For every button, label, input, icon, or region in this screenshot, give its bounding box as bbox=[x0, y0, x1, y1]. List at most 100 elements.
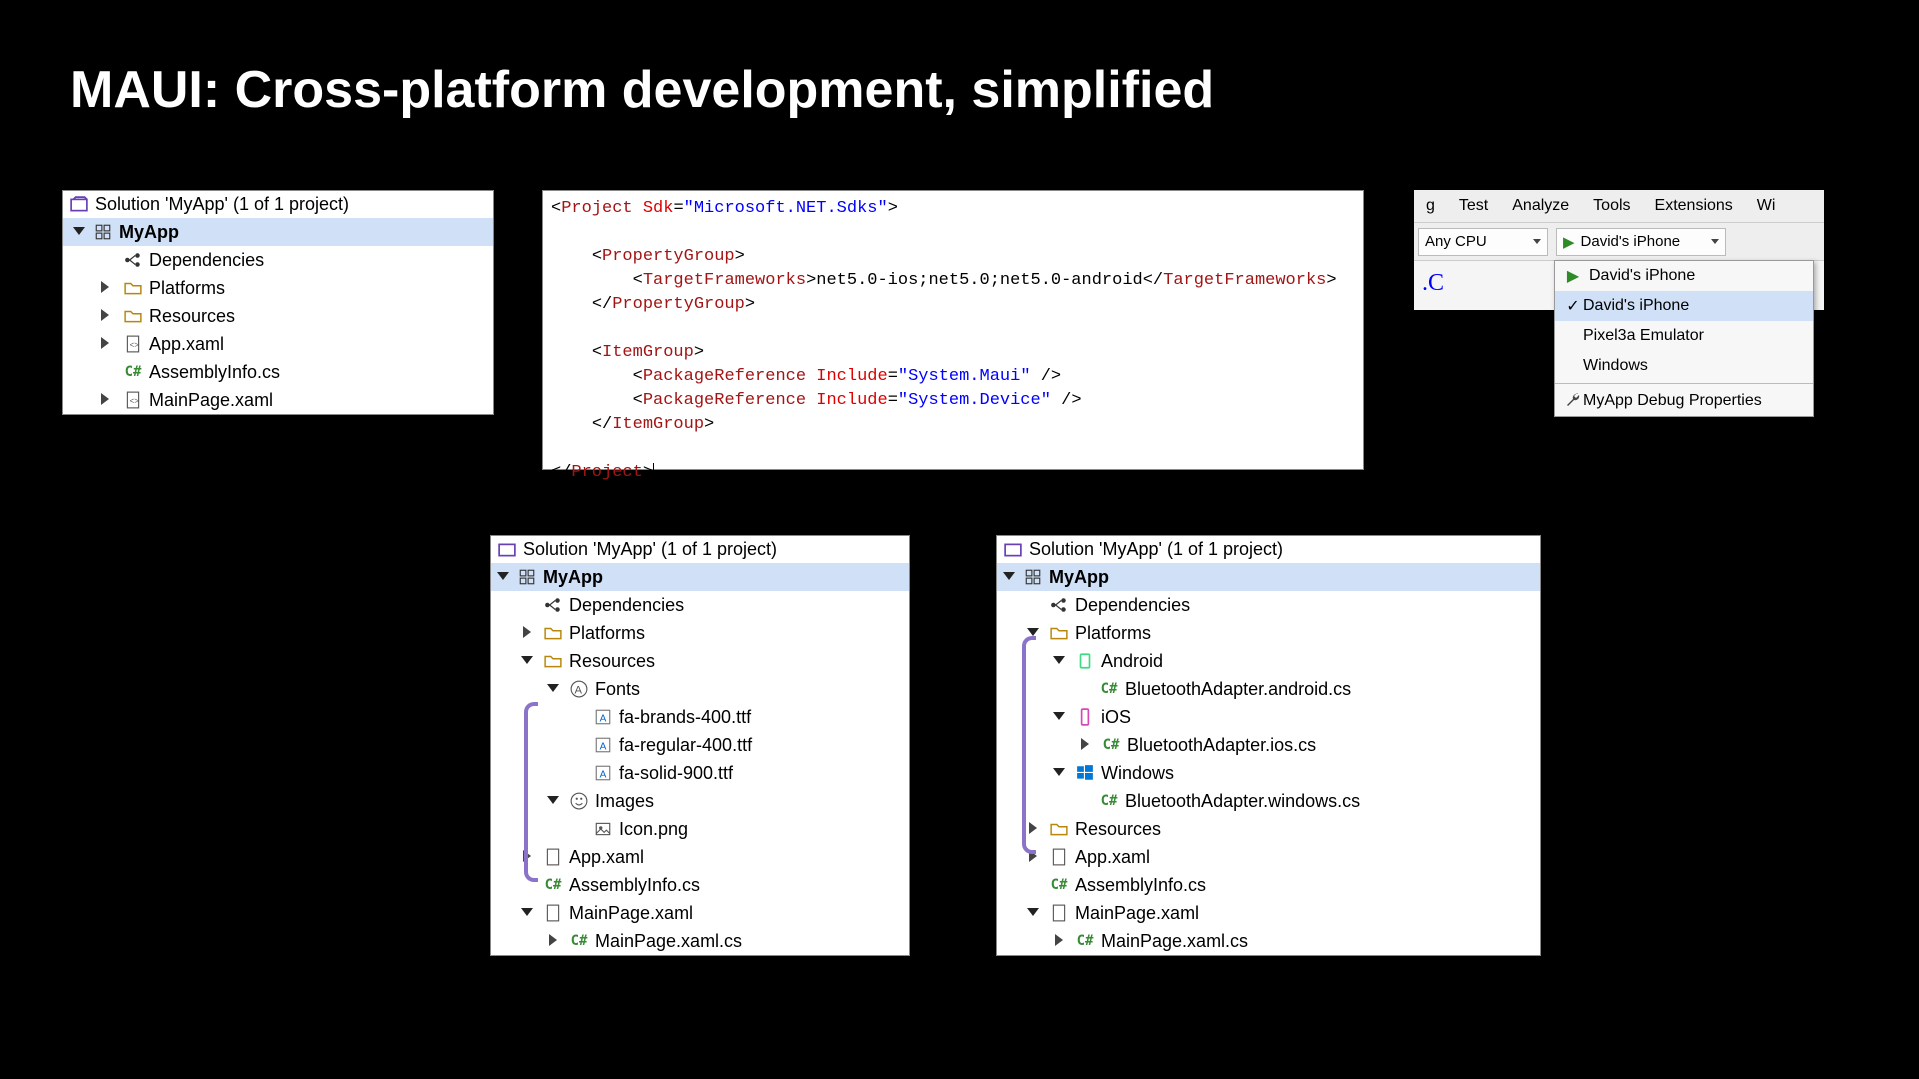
menu-item-analyze[interactable]: Analyze bbox=[1500, 197, 1581, 215]
bt-android-file[interactable]: C# BluetoothAdapter.android.cs bbox=[997, 675, 1540, 703]
assembly-node[interactable]: C# AssemblyInfo.cs bbox=[63, 358, 493, 386]
project-label: MyApp bbox=[119, 222, 179, 243]
platforms-node[interactable]: Platforms bbox=[491, 619, 909, 647]
dropdown-item-selected[interactable]: ✓ David's iPhone bbox=[1555, 291, 1813, 321]
dropdown-debug-props[interactable]: MyApp Debug Properties bbox=[1555, 386, 1813, 416]
project-node[interactable]: MyApp bbox=[63, 218, 493, 246]
caret-right-icon[interactable] bbox=[1053, 934, 1067, 948]
mainpage-node[interactable]: MainPage.xaml bbox=[491, 899, 909, 927]
android-node[interactable]: Android bbox=[997, 647, 1540, 675]
app-xaml-node[interactable]: App.xaml bbox=[491, 843, 909, 871]
images-node[interactable]: Images bbox=[491, 787, 909, 815]
font-file-icon: A bbox=[593, 707, 613, 727]
solution-icon bbox=[69, 195, 89, 215]
windows-node[interactable]: Windows bbox=[997, 759, 1540, 787]
caret-down-icon[interactable] bbox=[1027, 906, 1041, 920]
ios-node[interactable]: iOS bbox=[997, 703, 1540, 731]
caret-right-icon[interactable] bbox=[1079, 738, 1093, 752]
caret-down-icon[interactable] bbox=[1053, 710, 1067, 724]
xaml-file-icon bbox=[1049, 847, 1069, 867]
font-file[interactable]: A fa-regular-400.ttf bbox=[491, 731, 909, 759]
platforms-node[interactable]: Platforms bbox=[997, 619, 1540, 647]
dropdown-item[interactable]: Pixel3a Emulator bbox=[1555, 321, 1813, 351]
dropdown-item[interactable]: Windows bbox=[1555, 351, 1813, 381]
menu-item[interactable]: g bbox=[1414, 197, 1447, 215]
dropdown-item[interactable]: ▶ David's iPhone bbox=[1555, 261, 1813, 291]
caret-right-icon[interactable] bbox=[99, 393, 113, 407]
menu-item[interactable]: Wi bbox=[1745, 197, 1788, 215]
app-xaml-label: App.xaml bbox=[149, 334, 224, 355]
caret-down-icon[interactable] bbox=[73, 225, 87, 239]
mainpage-cs-node[interactable]: C# MainPage.xaml.cs bbox=[997, 927, 1540, 955]
csharp-file-icon: C# bbox=[1101, 735, 1121, 755]
dependencies-node[interactable]: Dependencies bbox=[63, 246, 493, 274]
android-icon bbox=[1075, 651, 1095, 671]
resources-node[interactable]: Resources bbox=[63, 302, 493, 330]
caret-down-icon[interactable] bbox=[497, 570, 511, 584]
caret-down-icon[interactable] bbox=[521, 654, 535, 668]
menu-item-tools[interactable]: Tools bbox=[1581, 197, 1642, 215]
chevron-down-icon bbox=[1711, 239, 1719, 244]
mainpage-node[interactable]: MainPage.xaml bbox=[997, 899, 1540, 927]
mainpage-node[interactable]: <> MainPage.xaml bbox=[63, 386, 493, 414]
menu-item-test[interactable]: Test bbox=[1447, 197, 1500, 215]
assembly-node[interactable]: C# AssemblyInfo.cs bbox=[491, 871, 909, 899]
toolbar-panel: g Test Analyze Tools Extensions Wi Any C… bbox=[1414, 190, 1824, 310]
dependencies-node[interactable]: Dependencies bbox=[997, 591, 1540, 619]
check-icon: ✓ bbox=[1563, 296, 1583, 316]
project-node[interactable]: MyApp bbox=[491, 563, 909, 591]
project-node[interactable]: MyApp bbox=[997, 563, 1540, 591]
play-icon: ▶ bbox=[1563, 266, 1583, 286]
app-xaml-node[interactable]: App.xaml bbox=[997, 843, 1540, 871]
svg-text:A: A bbox=[600, 770, 607, 781]
mainpage-cs-node[interactable]: C# MainPage.xaml.cs bbox=[491, 927, 909, 955]
caret-right-icon[interactable] bbox=[547, 934, 561, 948]
resources-node[interactable]: Resources bbox=[997, 815, 1540, 843]
solution-explorer-3: Solution 'MyApp' (1 of 1 project) MyApp … bbox=[996, 535, 1541, 956]
fonts-icon: A bbox=[569, 679, 589, 699]
caret-right-icon[interactable] bbox=[521, 626, 535, 640]
dependencies-icon bbox=[543, 595, 563, 615]
highlight-bracket bbox=[1022, 636, 1036, 854]
font-file-icon: A bbox=[593, 763, 613, 783]
bt-windows-file[interactable]: C# BluetoothAdapter.windows.cs bbox=[997, 787, 1540, 815]
font-file-icon: A bbox=[593, 735, 613, 755]
fonts-node[interactable]: A Fonts bbox=[491, 675, 909, 703]
solution-header[interactable]: Solution 'MyApp' (1 of 1 project) bbox=[63, 191, 493, 218]
target-value: David's iPhone bbox=[1581, 233, 1681, 250]
app-xaml-node[interactable]: <> App.xaml bbox=[63, 330, 493, 358]
solution-header[interactable]: Solution 'MyApp' (1 of 1 project) bbox=[997, 536, 1540, 563]
resources-node[interactable]: Resources bbox=[491, 647, 909, 675]
caret-down-icon[interactable] bbox=[1003, 570, 1017, 584]
platform-dropdown[interactable]: Any CPU bbox=[1418, 228, 1548, 256]
image-file[interactable]: Icon.png bbox=[491, 815, 909, 843]
caret-down-icon[interactable] bbox=[1053, 766, 1067, 780]
csharp-file-icon: C# bbox=[1075, 931, 1095, 951]
menu-bar: g Test Analyze Tools Extensions Wi bbox=[1414, 190, 1824, 222]
dependencies-label: Dependencies bbox=[149, 250, 264, 271]
caret-down-icon[interactable] bbox=[547, 682, 561, 696]
csharp-file-icon: C# bbox=[1099, 679, 1119, 699]
svg-text:A: A bbox=[600, 742, 607, 753]
menu-item-extensions[interactable]: Extensions bbox=[1643, 197, 1745, 215]
caret-right-icon[interactable] bbox=[99, 309, 113, 323]
caret-right-icon[interactable] bbox=[99, 281, 113, 295]
platforms-node[interactable]: Platforms bbox=[63, 274, 493, 302]
solution-header[interactable]: Solution 'MyApp' (1 of 1 project) bbox=[491, 536, 909, 563]
target-dropdown[interactable]: ▶ David's iPhone bbox=[1556, 228, 1726, 256]
font-file[interactable]: A fa-brands-400.ttf bbox=[491, 703, 909, 731]
solution-header-text: Solution 'MyApp' (1 of 1 project) bbox=[95, 194, 349, 215]
caret-down-icon[interactable] bbox=[1053, 654, 1067, 668]
code-content: <Project Sdk="Microsoft.NET.Sdks"> <Prop… bbox=[543, 191, 1363, 491]
caret-down-icon[interactable] bbox=[521, 906, 535, 920]
assembly-node[interactable]: C# AssemblyInfo.cs bbox=[997, 871, 1540, 899]
caret-right-icon[interactable] bbox=[99, 337, 113, 351]
dropdown-item-label: Pixel3a Emulator bbox=[1583, 327, 1704, 345]
project-icon bbox=[93, 222, 113, 242]
bt-ios-file[interactable]: C# BluetoothAdapter.ios.cs bbox=[997, 731, 1540, 759]
font-file[interactable]: A fa-solid-900.ttf bbox=[491, 759, 909, 787]
code-editor[interactable]: <Project Sdk="Microsoft.NET.Sdks"> <Prop… bbox=[542, 190, 1364, 470]
dependencies-node[interactable]: Dependencies bbox=[491, 591, 909, 619]
play-icon: ▶ bbox=[1563, 233, 1575, 251]
caret-down-icon[interactable] bbox=[547, 794, 561, 808]
